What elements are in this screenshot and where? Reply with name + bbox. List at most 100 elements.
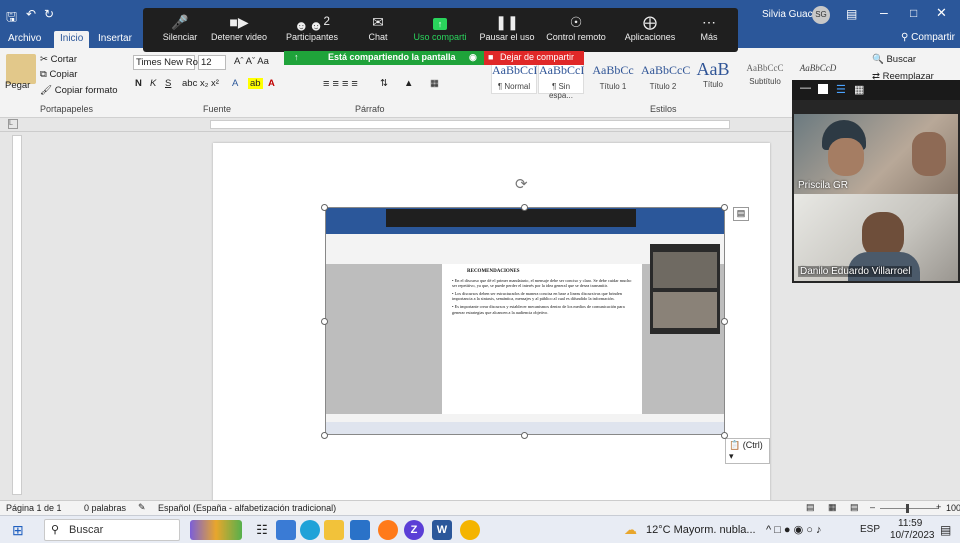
borders-icon[interactable]: ▦ — [430, 78, 439, 89]
apps-button[interactable]: ⨁ Aplicaciones — [619, 12, 681, 42]
chat-icon: ✉ — [372, 14, 384, 30]
font-color-icon[interactable]: A — [268, 78, 275, 89]
share-link[interactable]: ⚲ Compartir — [901, 32, 955, 43]
taskbar-search-box[interactable]: ⚲ Buscar — [44, 519, 180, 541]
mute-button[interactable]: 🎤 Silenciar — [155, 12, 205, 42]
windows-start-icon[interactable]: ⊞ — [12, 522, 24, 539]
undo-icon[interactable]: ↶ — [26, 7, 36, 21]
participant-video-tile[interactable]: Priscila GR — [794, 114, 958, 194]
highlight-icon[interactable]: ab — [248, 78, 263, 89]
style-subtitle[interactable]: AaBbCcC Subtítulo — [742, 58, 788, 94]
ribbon-display-icon[interactable]: ▤ — [846, 7, 857, 21]
word-count[interactable]: 0 palabras — [84, 503, 126, 513]
video-icon: ■▶ — [229, 14, 249, 30]
font-name-field[interactable]: Times New Ro — [133, 55, 198, 70]
stop-share-button[interactable]: ■ Dejar de compartir — [484, 51, 584, 65]
remote-control-button[interactable]: ☉ Control remoto — [543, 12, 609, 42]
format-painter-label: Copiar formato — [54, 85, 118, 96]
text-effects-icon[interactable]: A — [232, 78, 238, 89]
resize-handle[interactable] — [321, 318, 328, 325]
paragraph-group-label: Párrafo — [355, 104, 385, 114]
underline-button[interactable]: S — [165, 78, 171, 89]
resize-handle[interactable] — [721, 432, 728, 439]
paste-button[interactable]: Pegar — [5, 80, 30, 91]
bold-button[interactable]: N — [135, 78, 142, 89]
redo-icon[interactable]: ↻ — [44, 7, 54, 21]
clock-time[interactable]: 11:59 — [898, 518, 922, 529]
layout-options-icon[interactable]: ▤ — [733, 207, 749, 221]
mail-icon[interactable] — [350, 520, 370, 540]
style-no-spacing-sample: AaBbCcI — [539, 63, 585, 77]
minimize-video-icon[interactable]: — — [800, 82, 811, 94]
read-mode-icon[interactable]: ▤ — [806, 502, 815, 513]
font-grow-icon[interactable]: Aˆ Aˇ Aa — [234, 56, 269, 67]
font-size-field[interactable]: 12 — [198, 55, 226, 70]
notifications-icon[interactable]: ▤ — [940, 523, 951, 537]
copy-button[interactable]: ⧉ Copiar — [40, 69, 77, 80]
zoom-app-icon[interactable]: Z — [404, 520, 424, 540]
tab-selector-icon[interactable]: L — [8, 119, 18, 129]
widgets-icon[interactable] — [276, 520, 296, 540]
style-heading-2[interactable]: AaBbCcC Título 2 — [640, 58, 690, 94]
file-explorer-icon[interactable] — [324, 520, 344, 540]
strike-sub-super-icon[interactable]: abc x₂ x² — [182, 78, 219, 89]
zoom-slider[interactable] — [880, 508, 938, 509]
page-count[interactable]: Página 1 de 1 — [6, 503, 62, 513]
pause-share-button[interactable]: ❚❚ Pausar el uso — [477, 12, 537, 42]
zoom-slider-thumb[interactable] — [906, 504, 909, 513]
zoom-out-icon[interactable]: – — [870, 502, 875, 512]
minimize-icon[interactable]: – — [880, 4, 888, 20]
resize-handle[interactable] — [521, 432, 528, 439]
pin-icon[interactable]: ↑ — [294, 52, 299, 62]
search-highlight-icon[interactable] — [190, 520, 242, 540]
more-button[interactable]: ⋯ Más — [689, 12, 729, 42]
resize-handle[interactable] — [321, 432, 328, 439]
chat-button[interactable]: ✉ Chat — [353, 12, 403, 42]
resize-handle[interactable] — [721, 318, 728, 325]
input-language[interactable]: ESP — [860, 524, 880, 535]
maximize-icon[interactable]: □ — [910, 6, 917, 20]
zoom-in-icon[interactable]: + — [936, 502, 941, 512]
find-button[interactable]: 🔍 Buscar — [872, 54, 916, 65]
gallery-view-icon[interactable]: ▦ — [854, 83, 864, 96]
clock-date[interactable]: 10/7/2023 — [890, 530, 935, 541]
participants-button[interactable]: ☻☻2 Participantes — [281, 12, 343, 42]
language-indicator[interactable]: Español (España - alfabetización tradici… — [158, 503, 336, 513]
weather-text[interactable]: 12°C Mayorm. nubla... — [646, 524, 756, 536]
zoom-level[interactable]: 100 — [946, 503, 960, 513]
rotate-handle-icon[interactable]: ⟳ — [515, 175, 528, 193]
edge-icon[interactable] — [300, 520, 320, 540]
italic-button[interactable]: K — [150, 78, 156, 89]
tab-insertar[interactable]: Insertar — [92, 31, 138, 46]
share-screen-button[interactable]: ↑ Uso comparti — [409, 12, 471, 42]
proofing-icon[interactable]: ✎ — [138, 502, 146, 513]
cut-button[interactable]: ✂ Cortar — [40, 54, 77, 65]
paste-options-button[interactable]: 📋 (Ctrl) ▾ — [725, 438, 770, 464]
list-view-icon[interactable]: ☰ — [836, 83, 846, 96]
line-spacing-icon[interactable]: ⇅ — [380, 78, 388, 89]
pasted-screenshot-image[interactable]: RECOMENDACIONES • En el discurso que dé … — [325, 207, 725, 435]
close-icon[interactable]: ✕ — [936, 5, 947, 21]
resize-handle[interactable] — [521, 204, 528, 211]
speaker-view-icon[interactable] — [818, 84, 828, 94]
shading-icon[interactable]: ▲ — [404, 78, 413, 89]
avatar[interactable]: SG — [812, 6, 830, 24]
print-layout-icon[interactable]: ▦ — [828, 502, 837, 513]
tab-inicio[interactable]: Inicio — [54, 31, 90, 48]
align-icons[interactable]: ≡ ≡ ≡ ≡ — [323, 78, 358, 90]
chrome-icon[interactable] — [460, 520, 480, 540]
format-painter-button[interactable]: 🖌 Copiar formato — [40, 85, 118, 96]
participant-video-tile[interactable]: Danilo Eduardo Villarroel — [794, 194, 958, 281]
save-icon[interactable]: 🖫 — [6, 8, 17, 30]
firefox-icon[interactable] — [378, 520, 398, 540]
word-app-icon[interactable]: W — [432, 520, 452, 540]
tab-archivo[interactable]: Archivo — [2, 31, 47, 46]
web-layout-icon[interactable]: ▤ — [850, 502, 859, 513]
task-view-icon[interactable]: ☷ — [252, 520, 272, 540]
style-heading-1[interactable]: AaBbCc Título 1 — [590, 58, 636, 94]
stop-video-button[interactable]: ■▶ Detener video — [209, 12, 269, 42]
resize-handle[interactable] — [721, 204, 728, 211]
style-title[interactable]: AaB Título — [690, 58, 736, 94]
resize-handle[interactable] — [321, 204, 328, 211]
tray-icons[interactable]: ^ □ ● ◉ ○ ♪ — [766, 523, 821, 536]
